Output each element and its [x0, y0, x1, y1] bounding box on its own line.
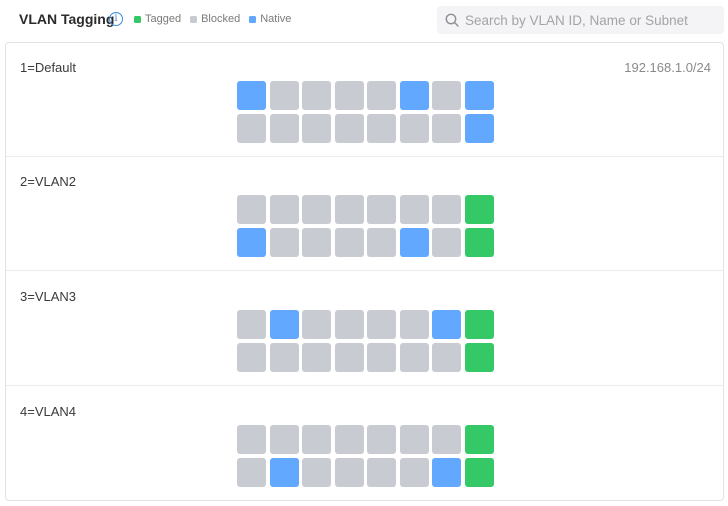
port-2-3-blocked[interactable]	[302, 343, 331, 372]
vlan-section-2: 2=VLAN2	[6, 157, 723, 271]
port-2-7-blocked[interactable]	[432, 114, 461, 143]
port-1-1-blocked[interactable]	[237, 310, 266, 339]
port-2-4-blocked[interactable]	[334, 458, 364, 487]
port-grid	[237, 195, 494, 257]
port-1-6-blocked[interactable]	[399, 425, 429, 454]
port-2-8-tagged[interactable]	[464, 343, 494, 372]
port-1-3-blocked[interactable]	[302, 195, 331, 224]
port-1-7-blocked[interactable]	[432, 195, 461, 224]
port-1-3-blocked[interactable]	[302, 310, 331, 339]
port-1-8-native[interactable]	[464, 81, 494, 110]
vlan-name: 3=VLAN3	[20, 289, 77, 304]
port-2-4-blocked[interactable]	[334, 343, 364, 372]
vlan-panel: 1=Default 192.168.1.0/24 2=VLAN2 3=VLAN3…	[5, 42, 724, 501]
port-2-4-blocked[interactable]	[334, 228, 364, 257]
vlan-section-1: 1=Default 192.168.1.0/24	[6, 43, 723, 157]
port-2-1-blocked[interactable]	[237, 458, 266, 487]
port-1-3-blocked[interactable]	[302, 81, 331, 110]
port-2-5-blocked[interactable]	[367, 458, 396, 487]
port-1-5-blocked[interactable]	[367, 81, 396, 110]
port-1-4-blocked[interactable]	[334, 425, 364, 454]
port-1-6-blocked[interactable]	[399, 310, 429, 339]
port-2-7-blocked[interactable]	[432, 343, 461, 372]
port-1-6-native[interactable]	[399, 81, 429, 110]
vlan-section-3: 3=VLAN3	[6, 272, 723, 386]
legend-label-tagged: Tagged	[145, 13, 182, 25]
port-2-5-blocked[interactable]	[367, 228, 396, 257]
port-1-7-blocked[interactable]	[432, 81, 461, 110]
port-1-3-blocked[interactable]	[302, 425, 331, 454]
port-2-4-blocked[interactable]	[334, 114, 364, 143]
page-title: VLAN Tagging	[19, 11, 115, 27]
port-2-6-native[interactable]	[399, 228, 429, 257]
port-1-8-tagged[interactable]	[464, 425, 494, 454]
port-2-3-blocked[interactable]	[302, 114, 331, 143]
vlan-name: 4=VLAN4	[20, 404, 77, 419]
port-2-2-blocked[interactable]	[269, 343, 299, 372]
port-1-5-blocked[interactable]	[367, 195, 396, 224]
port-grid	[237, 310, 494, 372]
port-1-4-blocked[interactable]	[334, 310, 364, 339]
blocked-swatch-icon	[190, 15, 198, 23]
info-icon[interactable]: i	[109, 12, 123, 26]
tagged-swatch-icon	[134, 15, 141, 23]
port-1-1-blocked[interactable]	[237, 425, 266, 454]
port-1-4-blocked[interactable]	[334, 81, 364, 110]
port-2-6-blocked[interactable]	[399, 114, 429, 143]
legend-item-native: Native	[249, 13, 291, 25]
port-2-2-blocked[interactable]	[269, 114, 299, 143]
port-2-3-blocked[interactable]	[302, 458, 331, 487]
vlan-name: 2=VLAN2	[20, 174, 77, 189]
port-1-8-tagged[interactable]	[464, 310, 494, 339]
vlan-name: 1=Default	[20, 60, 77, 75]
search-box[interactable]	[437, 6, 724, 34]
search-icon	[445, 13, 459, 27]
port-2-1-blocked[interactable]	[237, 114, 266, 143]
port-1-7-native[interactable]	[432, 310, 461, 339]
port-2-6-blocked[interactable]	[399, 458, 429, 487]
legend-label-blocked: Blocked	[201, 13, 241, 25]
port-2-5-blocked[interactable]	[367, 114, 396, 143]
port-2-8-tagged[interactable]	[464, 228, 494, 257]
port-2-5-blocked[interactable]	[367, 343, 396, 372]
port-1-4-blocked[interactable]	[334, 195, 364, 224]
page-header: VLAN Tagging i Tagged Blocked Native	[0, 0, 728, 40]
port-1-7-blocked[interactable]	[432, 425, 461, 454]
port-1-5-blocked[interactable]	[367, 310, 396, 339]
port-2-1-native[interactable]	[237, 228, 266, 257]
port-2-3-blocked[interactable]	[302, 228, 331, 257]
native-swatch-icon	[249, 15, 257, 23]
legend: Tagged Blocked Native	[134, 13, 300, 25]
port-grid	[237, 81, 494, 143]
port-2-2-native[interactable]	[269, 458, 299, 487]
port-2-8-native[interactable]	[464, 114, 494, 143]
port-1-8-tagged[interactable]	[464, 195, 494, 224]
legend-label-native: Native	[260, 13, 292, 25]
port-2-8-tagged[interactable]	[464, 458, 494, 487]
port-2-7-blocked[interactable]	[432, 228, 461, 257]
port-1-2-blocked[interactable]	[269, 195, 299, 224]
port-2-6-blocked[interactable]	[399, 343, 429, 372]
legend-item-blocked: Blocked	[190, 13, 240, 25]
port-1-2-native[interactable]	[269, 310, 299, 339]
port-2-7-native[interactable]	[432, 458, 461, 487]
port-2-2-blocked[interactable]	[269, 228, 299, 257]
port-1-6-blocked[interactable]	[399, 195, 429, 224]
vlan-subnet: 192.168.1.0/24	[624, 60, 711, 75]
port-1-1-native[interactable]	[237, 81, 266, 110]
search-input[interactable]	[465, 6, 715, 34]
port-2-1-blocked[interactable]	[237, 343, 266, 372]
vlan-section-4: 4=VLAN4	[6, 387, 723, 501]
port-1-2-blocked[interactable]	[269, 81, 299, 110]
port-grid	[237, 425, 494, 487]
port-1-1-blocked[interactable]	[237, 195, 266, 224]
port-1-5-blocked[interactable]	[367, 425, 396, 454]
port-1-2-blocked[interactable]	[269, 425, 299, 454]
legend-item-tagged: Tagged	[134, 13, 181, 25]
